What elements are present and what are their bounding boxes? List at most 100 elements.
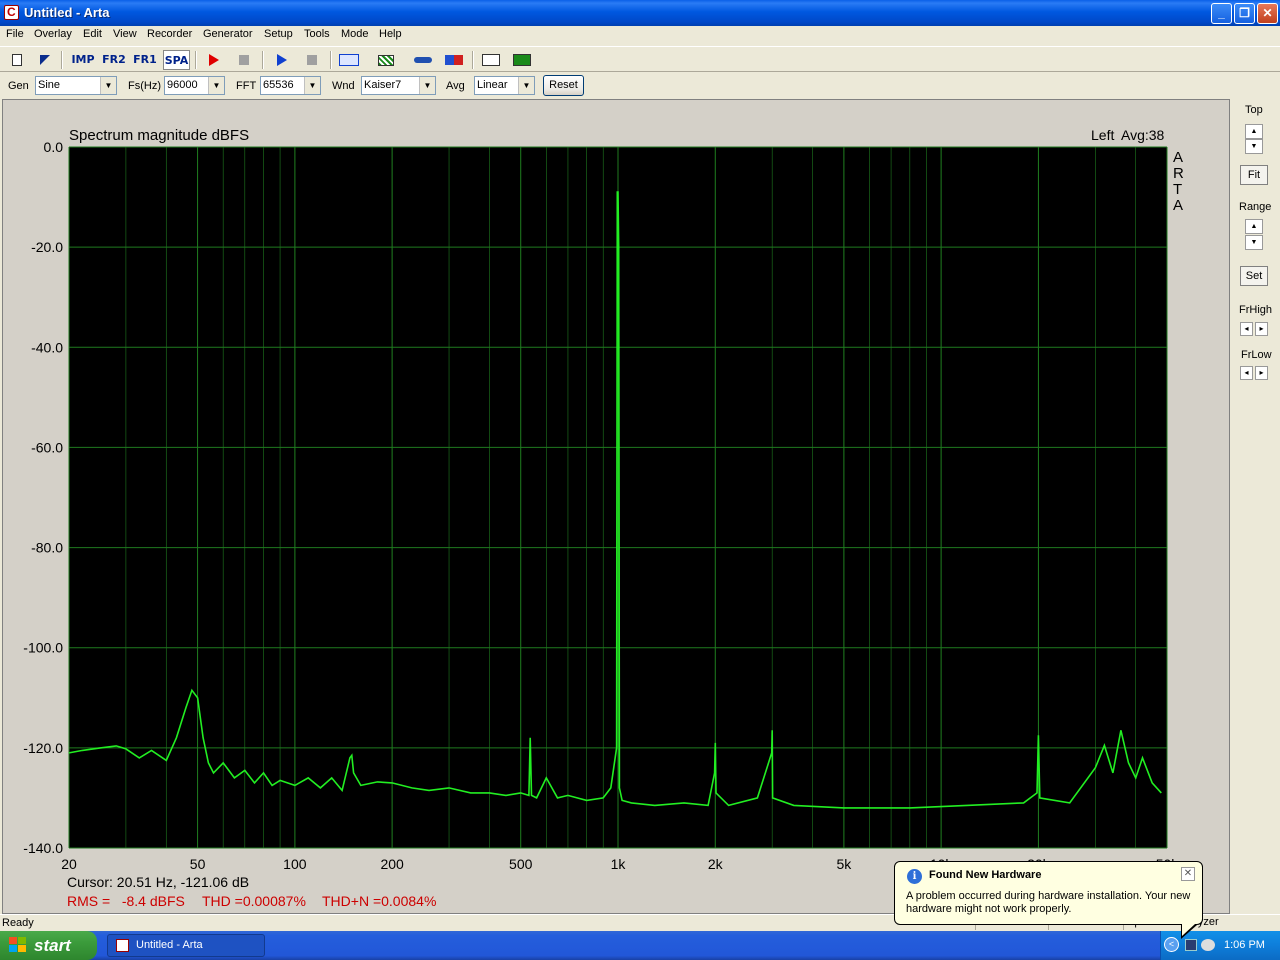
clock: 1:06 PM bbox=[1224, 939, 1265, 951]
menu-overlay[interactable]: Overlay bbox=[34, 28, 72, 40]
close-button[interactable]: ✕ bbox=[1257, 3, 1278, 24]
menu-help[interactable]: Help bbox=[379, 28, 402, 40]
menu-edit[interactable]: Edit bbox=[83, 28, 102, 40]
new-file-icon[interactable] bbox=[5, 50, 28, 70]
fs-label: Fs(Hz) bbox=[128, 80, 161, 92]
range-label: Range bbox=[1239, 201, 1272, 213]
frhigh-right-arrow-icon[interactable]: ▸ bbox=[1255, 322, 1268, 336]
start-button[interactable]: start bbox=[0, 931, 97, 960]
chevron-down-icon[interactable]: ▼ bbox=[100, 77, 116, 94]
spectrum-chart[interactable]: 0.0 -20.0 -40.0 -60.0 -80.0 -100.0 -120.0 -140.… bbox=[3, 100, 1231, 915]
window-select[interactable]: Kaiser7 ▼ bbox=[361, 76, 436, 95]
wave-icon[interactable] bbox=[479, 50, 502, 70]
set-button[interactable]: Set bbox=[1240, 266, 1268, 286]
arta-vertical-letter: R bbox=[1173, 165, 1184, 182]
close-icon[interactable]: ✕ bbox=[1181, 867, 1195, 881]
menu-view[interactable]: View bbox=[113, 28, 137, 40]
open-icon[interactable] bbox=[33, 50, 56, 70]
hardware-icon[interactable] bbox=[1185, 939, 1197, 951]
averaging-select[interactable]: Linear ▼ bbox=[474, 76, 535, 95]
arta-vertical-letter: A bbox=[1173, 149, 1183, 166]
x-tick-label: 200 bbox=[380, 856, 404, 872]
chart-title: Spectrum magnitude dBFS bbox=[69, 127, 249, 144]
y-tick-label: -60.0 bbox=[31, 439, 63, 455]
gen-label: Gen bbox=[8, 80, 29, 92]
found-hardware-notification[interactable]: i Found New Hardware ✕ A problem occurre… bbox=[894, 861, 1203, 939]
fr2-mode-button[interactable]: FR2 bbox=[101, 50, 127, 70]
sample-rate-select[interactable]: 96000 ▼ bbox=[164, 76, 225, 95]
generator-value: Sine bbox=[38, 79, 61, 91]
chevron-down-icon[interactable]: ▼ bbox=[518, 77, 534, 94]
stop-icon[interactable] bbox=[232, 50, 255, 70]
frhigh-label: FrHigh bbox=[1239, 304, 1273, 316]
thd-readout: THD =0.00087% bbox=[202, 893, 306, 909]
chevron-down-icon[interactable]: ▼ bbox=[419, 77, 435, 94]
cursor-readout: Cursor: 20.51 Hz, -121.06 dB bbox=[67, 874, 249, 890]
title-bar[interactable]: Untitled - Arta _ ❐ ✕ bbox=[0, 0, 1280, 26]
spa-mode-button[interactable]: SPA bbox=[163, 50, 190, 70]
notification-message: A problem occurred during hardware insta… bbox=[906, 890, 1191, 915]
y-tick-label: 0.0 bbox=[44, 139, 64, 155]
stop-play-icon[interactable] bbox=[300, 50, 323, 70]
x-tick-label: 5k bbox=[836, 856, 852, 872]
overlay-icon[interactable] bbox=[510, 50, 533, 70]
hatch-icon[interactable] bbox=[374, 50, 397, 70]
rms-readout: RMS = -8.4 dBFS bbox=[67, 893, 185, 909]
y-tick-label: -40.0 bbox=[31, 339, 63, 355]
top-up-arrow-icon[interactable]: ▲ bbox=[1245, 124, 1263, 139]
imp-mode-button[interactable]: IMP bbox=[70, 50, 96, 70]
abc-icon[interactable] bbox=[337, 50, 361, 70]
x-tick-label: 20 bbox=[61, 856, 77, 872]
range-down-arrow-icon[interactable]: ▼ bbox=[1245, 235, 1263, 250]
arta-vertical-letter: A bbox=[1173, 197, 1183, 214]
average-count: Avg:38 bbox=[1121, 127, 1165, 143]
settings-toolbar: Gen Sine ▼ Fs(Hz) 96000 ▼ FFT 65536 ▼ Wn… bbox=[0, 72, 1280, 98]
link-icon[interactable] bbox=[411, 50, 434, 70]
chevron-left-icon[interactable]: < bbox=[1164, 937, 1179, 952]
y-tick-label: -80.0 bbox=[31, 540, 63, 556]
y-tick-label: -140.0 bbox=[23, 840, 63, 856]
windows-taskbar: start Untitled - Arta < 1:06 PM bbox=[0, 931, 1280, 960]
fft-size-select[interactable]: 65536 ▼ bbox=[260, 76, 321, 95]
network-icon[interactable] bbox=[1201, 939, 1215, 951]
maximize-button[interactable]: ❐ bbox=[1234, 3, 1255, 24]
avg-label: Avg bbox=[446, 80, 465, 92]
fft-size-value: 65536 bbox=[263, 79, 294, 91]
frlow-left-arrow-icon[interactable]: ◂ bbox=[1240, 366, 1253, 380]
channel-label: Left bbox=[1091, 127, 1114, 143]
x-tick-label: 500 bbox=[509, 856, 533, 872]
menu-tools[interactable]: Tools bbox=[304, 28, 330, 40]
menu-mode[interactable]: Mode bbox=[341, 28, 369, 40]
sample-rate-value: 96000 bbox=[167, 79, 198, 91]
thdn-readout: THD+N =0.0084% bbox=[322, 893, 436, 909]
chevron-down-icon[interactable]: ▼ bbox=[208, 77, 224, 94]
fr1-mode-button[interactable]: FR1 bbox=[132, 50, 158, 70]
top-down-arrow-icon[interactable]: ▼ bbox=[1245, 139, 1263, 154]
play-icon[interactable] bbox=[270, 50, 293, 70]
menu-recorder[interactable]: Recorder bbox=[147, 28, 192, 40]
window-value: Kaiser7 bbox=[364, 79, 402, 91]
arta-vertical-letter: T bbox=[1173, 181, 1182, 198]
x-tick-label: 100 bbox=[283, 856, 307, 872]
windows-logo-icon bbox=[9, 937, 27, 954]
frlow-right-arrow-icon[interactable]: ▸ bbox=[1255, 366, 1268, 380]
info-icon: i bbox=[907, 869, 922, 884]
menu-file[interactable]: File bbox=[6, 28, 24, 40]
reset-button[interactable]: Reset bbox=[543, 75, 584, 96]
window-title: Untitled - Arta bbox=[24, 5, 110, 20]
minimize-button[interactable]: _ bbox=[1211, 3, 1232, 24]
averaging-value: Linear bbox=[477, 79, 508, 91]
fit-button[interactable]: Fit bbox=[1240, 165, 1268, 185]
record-icon[interactable] bbox=[202, 50, 225, 70]
menu-generator[interactable]: Generator bbox=[203, 28, 253, 40]
arta-app-icon bbox=[116, 939, 129, 952]
range-up-arrow-icon[interactable]: ▲ bbox=[1245, 219, 1263, 234]
x-tick-label: 1k bbox=[611, 856, 627, 872]
chevron-down-icon[interactable]: ▼ bbox=[304, 77, 320, 94]
frhigh-left-arrow-icon[interactable]: ◂ bbox=[1240, 322, 1253, 336]
menu-setup[interactable]: Setup bbox=[264, 28, 293, 40]
y-tick-label: -20.0 bbox=[31, 239, 63, 255]
generator-select[interactable]: Sine ▼ bbox=[35, 76, 117, 95]
meter-icon[interactable] bbox=[442, 50, 465, 70]
taskbar-item-arta[interactable]: Untitled - Arta bbox=[107, 934, 265, 957]
